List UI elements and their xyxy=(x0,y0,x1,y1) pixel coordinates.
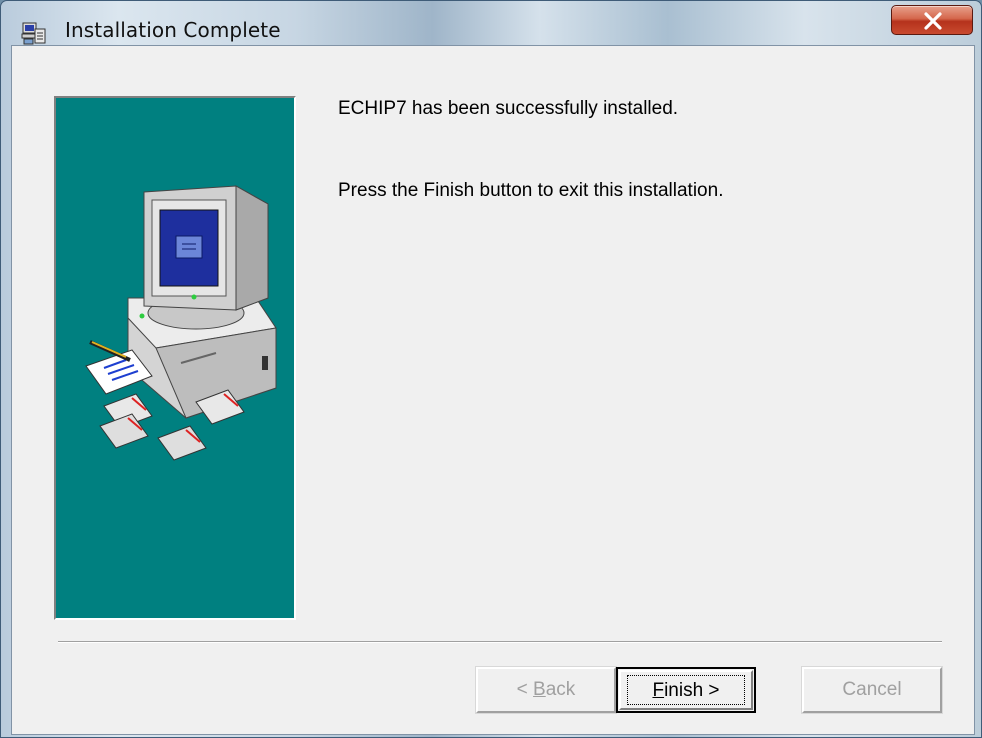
finish-label-rest: inish > xyxy=(664,680,720,701)
back-label-rest: ack xyxy=(545,679,576,700)
close-icon xyxy=(924,12,942,30)
close-button[interactable] xyxy=(891,5,973,35)
installed-message: ECHIP7 has been successfully installed. xyxy=(338,98,679,119)
side-illustration xyxy=(54,96,296,620)
cancel-button[interactable]: Cancel xyxy=(801,666,943,714)
finish-instruction: Press the Finish button to exit this ins… xyxy=(338,180,724,201)
computer-illustration xyxy=(85,185,277,461)
finish-button[interactable]: Finish > xyxy=(616,667,756,713)
dialog-body: ECHIP7 has been successfully installed. … xyxy=(11,45,975,735)
installer-computer-icon xyxy=(21,21,47,45)
finish-accelerator: F xyxy=(652,680,665,701)
finish-focus-rect: Finish > xyxy=(627,675,745,705)
back-prefix: < xyxy=(516,679,534,700)
back-button[interactable]: < Back xyxy=(475,666,617,714)
installer-window: Installation Complete ECHIP7 has been su… xyxy=(0,0,982,738)
back-accelerator: B xyxy=(533,679,546,700)
button-separator xyxy=(58,641,942,643)
window-title: Installation Complete xyxy=(65,18,281,42)
